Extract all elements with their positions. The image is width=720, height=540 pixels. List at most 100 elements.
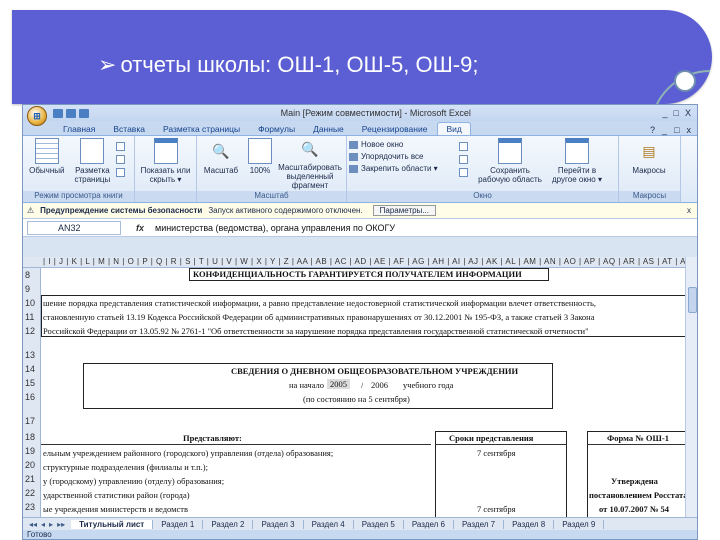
year-from-cell[interactable]: 2005 [327, 379, 350, 389]
window-split-buttons [459, 138, 475, 190]
zoom-100-button[interactable]: 100% [245, 138, 275, 190]
row-header[interactable]: 8 [23, 270, 41, 280]
save-icon[interactable] [53, 108, 63, 118]
year-suffix: учебного года [403, 380, 454, 390]
workbook-minimize-button[interactable]: _ [662, 125, 667, 135]
page-layout-view-button[interactable]: Разметка страницы [71, 138, 115, 190]
prev-sheet-icon[interactable]: ◂ [41, 520, 45, 529]
group-label-window: Окно [347, 191, 618, 202]
macros-button[interactable]: ▤ Макросы [621, 138, 677, 190]
tab-home[interactable]: Главная [55, 123, 103, 135]
freeze-panes-button[interactable]: Закрепить области ▾ [349, 164, 457, 173]
name-box[interactable]: AN32 [27, 220, 121, 235]
year-slash: / [361, 380, 364, 390]
tab-formulas[interactable]: Формулы [250, 123, 303, 135]
group-macros: ▤ Макросы Макросы [619, 136, 681, 202]
status-bar: Готово [23, 530, 697, 539]
sheet-tab-section-7[interactable]: Раздел 7 [454, 519, 505, 529]
undo-icon[interactable] [66, 108, 76, 118]
group-label-show [135, 191, 196, 202]
close-button[interactable]: X [685, 108, 691, 118]
row-header[interactable]: 12 [23, 326, 41, 336]
tab-review[interactable]: Рецензирование [354, 123, 436, 135]
row-header[interactable]: 18 [23, 432, 41, 442]
hide-icon[interactable] [459, 155, 468, 164]
redo-icon[interactable] [79, 108, 89, 118]
column-headers[interactable]: | I | J | K | L | M | N | O | P | Q | R … [23, 257, 697, 268]
normal-view-button[interactable]: Обычный [25, 138, 69, 190]
year-to-cell[interactable]: 2006 [371, 380, 388, 390]
sheet-tab-title[interactable]: Титульный лист [71, 519, 154, 529]
new-window-button[interactable]: Новое окно [349, 140, 457, 149]
split-icon[interactable] [459, 142, 468, 151]
tab-data[interactable]: Данные [305, 123, 352, 135]
zoom-button[interactable]: 🔍 Масштаб [199, 138, 243, 190]
help-icon[interactable]: ? [650, 125, 655, 135]
worksheet-grid[interactable]: | I | J | K | L | M | N | O | P | Q | R … [23, 257, 697, 521]
group-workbook-views: Обычный Разметка страницы Режим просмотр… [23, 136, 135, 202]
zoom-to-selection-button[interactable]: 🔍 Масштабировать выделенный фрагмент [277, 138, 343, 190]
zoom-selection-icon: 🔍 [301, 141, 319, 157]
last-sheet-icon[interactable]: ▸▸ [57, 520, 65, 529]
minimize-button[interactable]: _ [663, 108, 668, 118]
confidential-text: КОНФИДЕНЦИАЛЬНОСТЬ ГАРАНТИРУЕТСЯ ПОЛУЧАТ… [193, 269, 522, 279]
arrange-all-button[interactable]: Упорядочить все [349, 152, 457, 161]
sheet-tab-section-2[interactable]: Раздел 2 [203, 519, 254, 529]
custom-views-icon[interactable] [116, 155, 126, 164]
sheet-cells[interactable]: КОНФИДЕНЦИАЛЬНОСТЬ ГАРАНТИРУЕТСЯ ПОЛУЧАТ… [41, 268, 697, 521]
unhide-icon[interactable] [459, 168, 468, 177]
row-header[interactable]: 16 [23, 392, 41, 402]
arrange-all-icon [349, 152, 358, 161]
year-prefix: на начало [289, 380, 325, 390]
sheet-tab-section-8[interactable]: Раздел 8 [504, 519, 555, 529]
row-header[interactable]: 14 [23, 364, 41, 374]
workbook-restore-button[interactable]: □ [674, 125, 679, 135]
full-screen-icon[interactable] [116, 168, 126, 177]
deadline-row-19: 7 сентября [477, 448, 516, 458]
tab-view[interactable]: Вид [437, 122, 471, 135]
row-header[interactable]: 13 [23, 350, 41, 360]
scrollbar-thumb[interactable] [688, 287, 697, 313]
workbook-close-button[interactable]: x [687, 125, 692, 135]
row-header[interactable]: 19 [23, 446, 41, 456]
row-headers: 8 9 10 11 12 13 14 15 16 17 18 19 20 21 … [23, 268, 41, 517]
row-header[interactable]: 10 [23, 298, 41, 308]
row-header[interactable]: 22 [23, 488, 41, 498]
sheet-tab-section-9[interactable]: Раздел 9 [554, 519, 605, 529]
vertical-scrollbar[interactable] [685, 257, 697, 517]
row-header[interactable]: 21 [23, 474, 41, 484]
row-header[interactable]: 17 [23, 416, 41, 426]
row-header[interactable]: 20 [23, 460, 41, 470]
row-header[interactable]: 11 [23, 312, 41, 322]
tab-page-layout[interactable]: Разметка страницы [155, 123, 248, 135]
maximize-button[interactable]: □ [674, 108, 679, 118]
show-hide-icon [153, 138, 178, 164]
sheet-tab-section-4[interactable]: Раздел 4 [304, 519, 354, 529]
submit-header-underline [41, 444, 431, 445]
page-break-icon[interactable] [116, 142, 126, 151]
group-window: Новое окно Упорядочить все Закрепить обл… [347, 136, 619, 202]
sheet-tab-section-6[interactable]: Раздел 6 [404, 519, 454, 529]
show-hide-button[interactable]: Показать или скрыть ▾ [137, 138, 194, 190]
next-sheet-icon[interactable]: ▸ [49, 520, 53, 529]
security-options-button[interactable]: Параметры... [372, 205, 436, 216]
security-warning-bar: ⚠ Предупреждение системы безопасности За… [23, 203, 697, 219]
sheet-tab-section-5[interactable]: Раздел 5 [354, 519, 404, 529]
freeze-panes-icon [349, 164, 358, 173]
shield-icon: ⚠ [27, 206, 35, 215]
sheet-tab-section-1[interactable]: Раздел 1 [153, 519, 204, 529]
switch-windows-button[interactable]: Перейти в другое окно ▾ [545, 138, 609, 190]
row-header[interactable]: 15 [23, 378, 41, 388]
submitter-row-19: ельным учреждением районного (городского… [43, 448, 334, 458]
row-header[interactable]: 23 [23, 502, 41, 512]
formula-input[interactable]: министерства (ведомства), органа управле… [155, 223, 697, 233]
sheet-tab-section-3[interactable]: Раздел 3 [253, 519, 304, 529]
form-number-underline [587, 444, 691, 445]
office-button[interactable]: ⊞ [27, 106, 47, 126]
fx-icon[interactable]: fx [125, 223, 155, 233]
first-sheet-icon[interactable]: ◂◂ [29, 520, 37, 529]
security-close-button[interactable]: x [687, 206, 691, 215]
save-workspace-button[interactable]: Сохранить рабочую область [477, 138, 543, 190]
row-header[interactable]: 9 [23, 284, 41, 294]
tab-insert[interactable]: Вставка [105, 123, 153, 135]
